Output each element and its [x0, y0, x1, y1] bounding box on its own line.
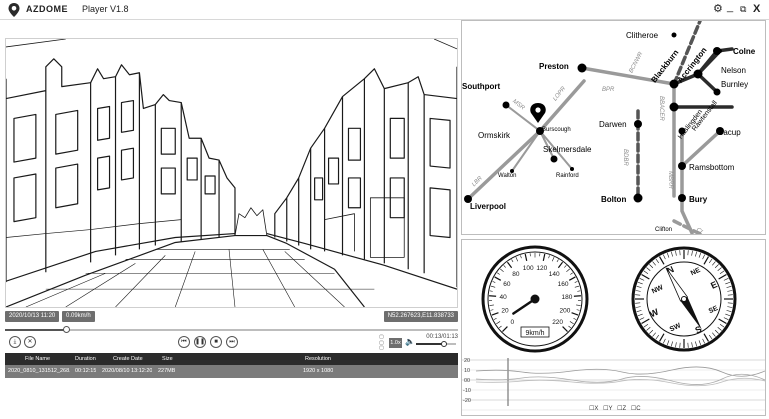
map-label-burnley: Burnley	[721, 80, 748, 89]
column-file-name[interactable]: File Name	[25, 353, 50, 365]
map-label-skelmersdale: Skelmersdale	[543, 145, 592, 154]
map-label-colne: Colne	[733, 47, 756, 56]
speedometer-label: 40	[499, 294, 507, 301]
map-label-walton: Walton	[498, 173, 516, 179]
speedometer-label: 180	[561, 294, 572, 301]
file-list-table: File Name Duration Create Date Size Reso…	[5, 353, 458, 378]
stop-icon[interactable]: ■	[210, 336, 222, 348]
gsensor-line-y	[475, 373, 765, 385]
speedometer-label: 80	[512, 271, 520, 278]
gsensor-tick-00: 00	[464, 378, 470, 384]
gsensor-axis-toggles: ☐X ☐Y ☐Z ☐C	[589, 405, 644, 412]
next-icon[interactable]: ⏭	[226, 336, 238, 348]
gsensor-chart: 20 10 00 -10 -20	[462, 358, 765, 411]
gsensor-tick-neg10: -10	[463, 388, 471, 394]
location-pin-icon	[530, 103, 546, 123]
toggle-c[interactable]: ☐C	[631, 406, 641, 412]
open-folder-icon[interactable]: ⤓	[9, 336, 21, 348]
gsensor-tick-neg20: -20	[463, 398, 471, 404]
compass-gauge: N S E W NW NE SW SE	[631, 246, 737, 352]
app-brand: AZDOME	[26, 4, 68, 14]
map-label-nelson: Nelson	[721, 66, 746, 75]
video-player[interactable]	[5, 38, 458, 308]
pin-logo-icon	[8, 3, 20, 17]
column-duration[interactable]: Duration	[75, 353, 96, 365]
route-label-bbacer: BBACER	[658, 96, 664, 121]
restore-icon[interactable]: ⧉	[740, 3, 746, 15]
minimize-icon[interactable]: _	[727, 1, 733, 13]
map-label-rainford: Rainford	[556, 173, 579, 179]
route-map: Clitheroe Colne Preston Nelson Burnley S…	[462, 21, 756, 234]
progress-fill	[5, 329, 67, 331]
volume-handle[interactable]	[441, 341, 447, 347]
speedometer-label: 220	[552, 319, 563, 326]
close-icon[interactable]: X	[753, 3, 760, 15]
speedometer-label: 100	[523, 265, 534, 272]
pause-icon[interactable]: ❚❚	[194, 336, 206, 348]
map-label-ormskirk: Ormskirk	[478, 131, 511, 140]
rotate-icons[interactable]: ▢ ▢ ▢	[378, 334, 385, 351]
column-size[interactable]: Size	[162, 353, 173, 365]
table-header: File Name Duration Create Date Size Reso…	[5, 353, 458, 365]
speed-badge: 0.09km/h	[62, 311, 95, 322]
toggle-z[interactable]: ☐Z	[617, 406, 626, 412]
map-label-ramsbottom: Ramsbottom	[689, 163, 735, 172]
route-map-panel[interactable]: Clitheroe Colne Preston Nelson Burnley S…	[461, 20, 766, 235]
column-create-date[interactable]: Create Date	[113, 353, 143, 365]
progress-track	[5, 329, 458, 331]
map-label-clifton: Clifton	[655, 227, 672, 233]
speedometer-unit: 9km/h	[525, 330, 544, 337]
datetime-badge: 2020/10/13 11:20	[5, 311, 60, 322]
speedometer-label: 120	[536, 265, 547, 272]
map-label-southport: Southport	[462, 82, 501, 91]
column-resolution[interactable]: Resolution	[305, 353, 331, 365]
delete-icon[interactable]: ✕	[24, 336, 36, 348]
speedometer-gauge: 020 40 6080100 120140 160 180 200 220 9km/h	[481, 245, 589, 353]
video-frame	[6, 39, 457, 307]
map-label-bacup: Bacup	[718, 128, 741, 137]
speedometer-label: 160	[558, 281, 569, 288]
map-label-clitheroe: Clitheroe	[626, 31, 659, 40]
route-label-mbrr: MBRR	[667, 171, 673, 189]
toggle-y[interactable]: ☐Y	[603, 406, 612, 412]
app-version: Player V1.8	[82, 4, 129, 14]
gsensor-line-x	[475, 366, 765, 377]
cell-create-date: 2020/08/10 13:12:20	[102, 368, 153, 374]
playback-progress-slider[interactable]	[5, 326, 458, 334]
progress-handle[interactable]	[63, 326, 71, 333]
speedometer-label: 60	[503, 281, 511, 288]
gps-coords-badge: N52.267623,E11.838733	[383, 311, 458, 322]
route-label-bpr: BPR	[602, 87, 615, 93]
map-label-preston: Preston	[539, 62, 569, 71]
cell-size: 227MB	[158, 368, 176, 374]
previous-icon[interactable]: ⏮	[178, 336, 190, 348]
map-label-bolton: Bolton	[601, 195, 626, 204]
speedometer-label: 140	[549, 271, 560, 278]
map-label-darwen: Darwen	[599, 120, 627, 129]
gauges-panel: 0 20 40 60 80 100 120 140 160 180 200 220 9km/h N S…	[461, 239, 766, 416]
map-label-burscough: Burscough	[542, 127, 571, 133]
route-label-bcnwr: BCNWR	[628, 51, 644, 74]
speedometer-label: 0	[511, 319, 515, 326]
gear-icon[interactable]: ⚙	[713, 3, 723, 15]
table-row[interactable]: 2020_0810_131512_268... 00:12:15 2020/08…	[5, 365, 458, 378]
map-label-bury: Bury	[689, 195, 708, 204]
gsensor-tick-10: 10	[464, 368, 470, 374]
cell-file-name: 2020_0810_131512_268...	[8, 368, 70, 374]
gsensor-tick-20: 20	[464, 358, 470, 364]
cell-resolution: 1920 x 1080	[303, 368, 334, 374]
speedometer-label: 20	[501, 308, 509, 315]
playback-speed-button[interactable]: 1.0x	[389, 338, 402, 348]
volume-icon[interactable]: 🔈	[405, 337, 415, 346]
speedometer-label: 200	[560, 308, 571, 315]
map-label-liverpool: Liverpool	[470, 202, 506, 211]
video-info-bar: 2020/10/13 11:20 0.09km/h N52.267623,E11…	[5, 311, 458, 323]
volume-fill	[416, 343, 444, 345]
volume-slider[interactable]	[416, 341, 456, 349]
toggle-x[interactable]: ☐X	[589, 406, 598, 412]
title-bar: AZDOME Player V1.8 ⚙ _ ⧉ X	[0, 0, 769, 20]
cell-duration: 00:12:15	[75, 368, 97, 374]
route-label-bdbr: BDBR	[622, 149, 628, 166]
